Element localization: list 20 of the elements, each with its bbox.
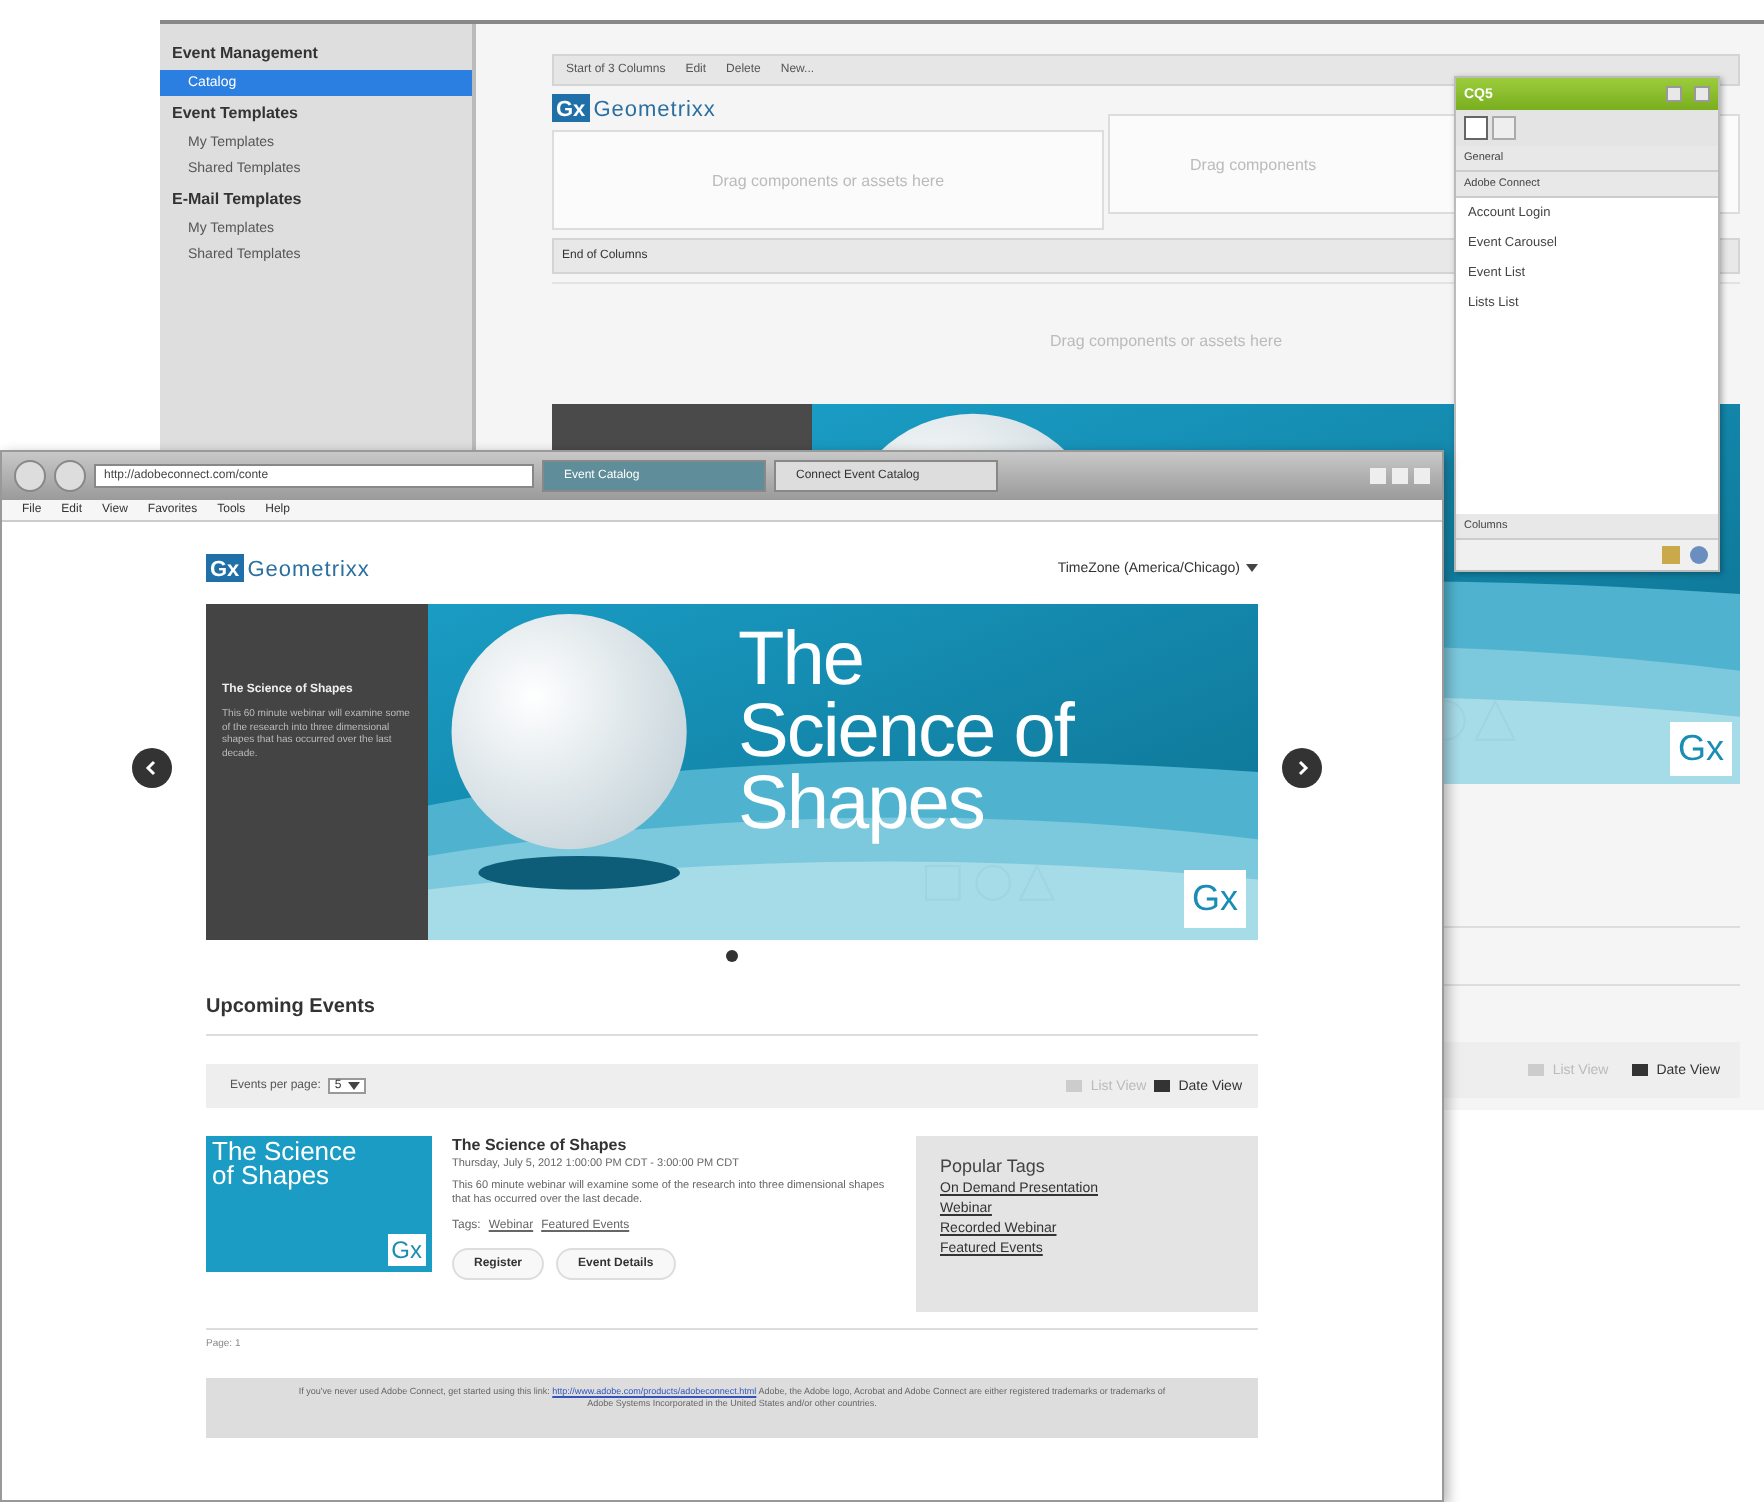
carousel-dot[interactable]	[726, 950, 738, 962]
banner-logo: Gx	[1669, 722, 1732, 776]
drop-zone-text: Drag components or assets here	[711, 171, 945, 189]
thumbnail-logo: Gx	[387, 1234, 426, 1266]
sidebar-heading[interactable]: Event Templates	[160, 96, 472, 130]
drop-zone-text: Drag components	[1190, 155, 1317, 173]
logo-name: Geometrixx	[593, 98, 716, 122]
thumbnail-title: The Science of Shapes	[212, 1140, 359, 1190]
logo-mark: Gx	[552, 94, 590, 122]
banner-logo: Gx	[1183, 870, 1246, 928]
event-title: The Science of Shapes	[452, 1136, 629, 1154]
logo-mark: Gx	[206, 554, 244, 582]
sidebar-heading[interactable]: Event Management	[160, 36, 472, 70]
sidebar-heading[interactable]: E-Mail Templates	[160, 182, 472, 216]
banner-title: The Science of Shapes	[738, 624, 1077, 841]
logo-name: Geometrixx	[247, 558, 370, 582]
drop-zone-text: Drag components or assets here	[1049, 331, 1283, 349]
section-heading: Upcoming Events	[206, 972, 1258, 1036]
panel-title: Popular Tags	[940, 1156, 1047, 1176]
sidekick-tab[interactable]	[1464, 116, 1488, 140]
